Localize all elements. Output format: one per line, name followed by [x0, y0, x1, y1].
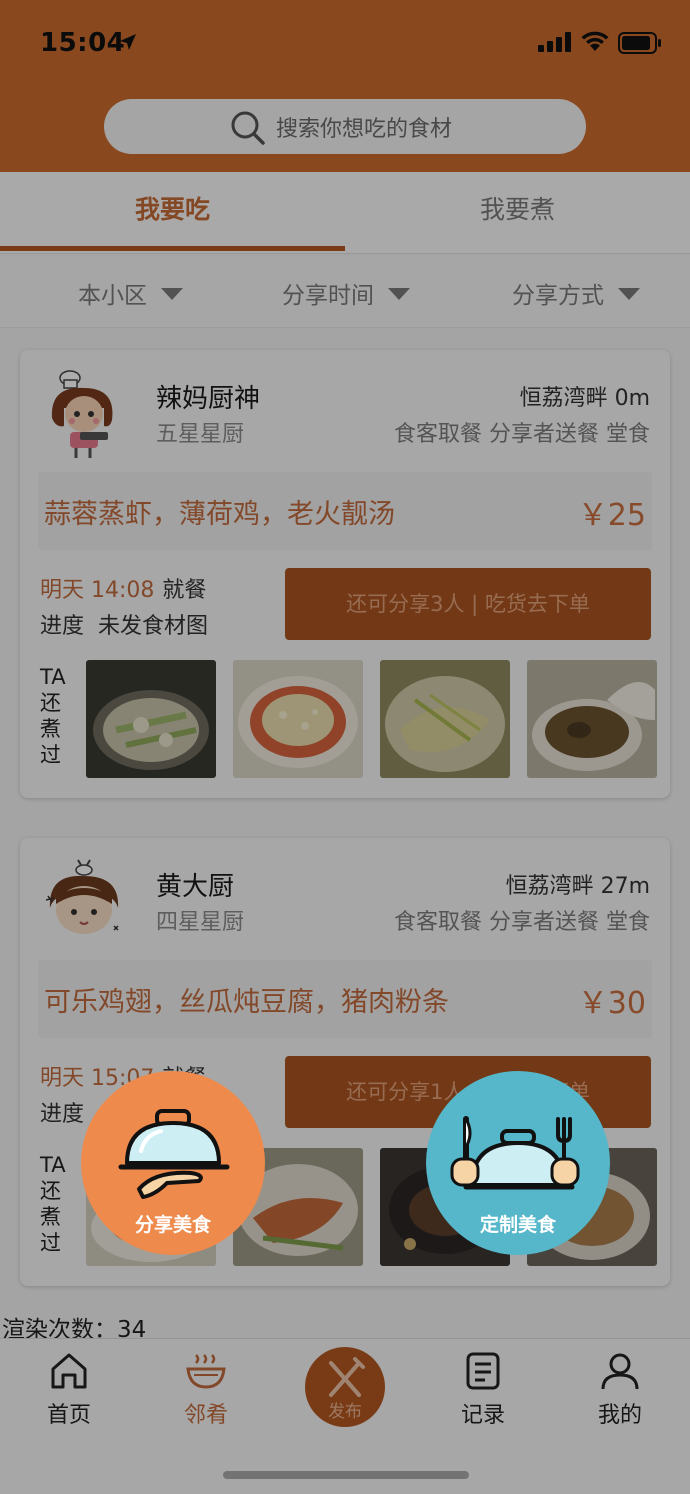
share-food-button[interactable]: 分享美食: [81, 1071, 265, 1255]
custom-food-button[interactable]: 定制美食: [426, 1071, 610, 1255]
custom-food-label: 定制美食: [479, 1214, 556, 1236]
share-food-label: 分享美食: [134, 1214, 211, 1236]
modal-overlay[interactable]: [0, 0, 690, 1494]
